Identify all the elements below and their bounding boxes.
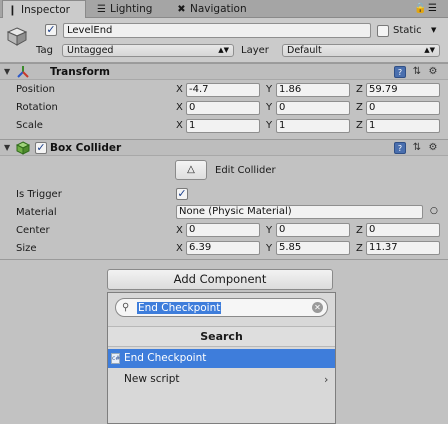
scale-z-field[interactable]: 1: [366, 119, 440, 133]
position-x-field[interactable]: -4.7: [186, 83, 260, 97]
tag-label: Tag: [36, 45, 53, 56]
foldout-arrow-icon[interactable]: ▼: [4, 143, 10, 152]
axis-z-label[interactable]: Z: [356, 225, 363, 236]
rotation-label: Rotation: [16, 102, 58, 113]
add-component-button[interactable]: Add Component: [107, 269, 333, 290]
tab-lighting-label: Lighting: [110, 3, 153, 15]
axis-x-label[interactable]: X: [176, 225, 183, 236]
scale-y-field[interactable]: 1: [276, 119, 350, 133]
axis-z-label[interactable]: Z: [356, 102, 363, 113]
center-x-field[interactable]: 0: [186, 223, 260, 237]
search-section-title: Search: [108, 326, 335, 347]
new-script-label: New script: [124, 373, 180, 385]
size-z-field[interactable]: 11.37: [366, 241, 440, 255]
rotation-z-field[interactable]: 0: [366, 101, 440, 115]
object-name-field[interactable]: LevelEnd: [63, 23, 371, 38]
tab-lighting[interactable]: ☰ Lighting: [92, 0, 164, 18]
active-checkbox[interactable]: ✓: [45, 24, 57, 36]
axis-z-label[interactable]: Z: [356, 243, 363, 254]
tag-dropdown[interactable]: Untagged ▲▼: [62, 44, 234, 57]
transform-header[interactable]: ▼ Transform ? ⇅ ⚙: [0, 63, 448, 80]
layer-value: Default: [287, 45, 322, 56]
center-label: Center: [16, 225, 50, 236]
search-field[interactable]: ⚲ End Checkpoint ✕: [115, 298, 328, 317]
transform-body: Position X -4.7 Y 1.86 Z 59.79 Rotation …: [0, 81, 448, 139]
gear-icon[interactable]: ⚙: [427, 66, 439, 78]
axis-x-label[interactable]: X: [176, 243, 183, 254]
new-script-item[interactable]: New script ›: [108, 370, 335, 389]
add-component-popup: ⚲ End Checkpoint ✕ Search c# End Checkpo…: [107, 292, 336, 424]
is-trigger-checkbox[interactable]: ✓: [176, 188, 188, 200]
tab-inspector[interactable]: ❙ Inspector: [2, 0, 86, 19]
is-trigger-label: Is Trigger: [16, 189, 62, 200]
axis-y-label[interactable]: Y: [266, 120, 272, 131]
rotation-y-field[interactable]: 0: [276, 101, 350, 115]
axis-z-label[interactable]: Z: [356, 84, 363, 95]
tag-value: Untagged: [67, 45, 114, 56]
gear-icon[interactable]: ⚙: [427, 142, 439, 154]
axis-x-label[interactable]: X: [176, 120, 183, 131]
static-dropdown-icon[interactable]: ▼: [431, 26, 436, 34]
center-z-field[interactable]: 0: [366, 223, 440, 237]
size-label: Size: [16, 243, 37, 254]
center-y-field[interactable]: 0: [276, 223, 350, 237]
scale-x-field[interactable]: 1: [186, 119, 260, 133]
script-file-icon: c#: [111, 353, 121, 364]
preset-icon[interactable]: ⇅: [411, 142, 423, 154]
gameobject-icon: [6, 26, 28, 46]
axis-y-label[interactable]: Y: [266, 225, 272, 236]
axis-x-label[interactable]: X: [176, 84, 183, 95]
tab-navigation[interactable]: ✖ Navigation: [172, 0, 262, 18]
edit-collider-label: Edit Collider: [215, 165, 276, 176]
box-collider-header[interactable]: ▼ ✓ Box Collider ? ⇅ ⚙: [0, 139, 448, 156]
transform-icon: [16, 65, 30, 82]
navigation-icon: ✖: [177, 4, 186, 15]
foldout-arrow-icon[interactable]: ▼: [4, 67, 10, 76]
axis-y-label[interactable]: Y: [266, 243, 272, 254]
clear-search-icon[interactable]: ✕: [312, 302, 323, 313]
position-label: Position: [16, 84, 55, 95]
rotation-x-field[interactable]: 0: [186, 101, 260, 115]
tab-navigation-label: Navigation: [190, 3, 247, 15]
size-x-field[interactable]: 6.39: [186, 241, 260, 255]
search-result-label: End Checkpoint: [124, 352, 207, 364]
tab-bar: ❙ Inspector ☰ Lighting ✖ Navigation 🔒 ☰: [0, 0, 448, 19]
layer-dropdown[interactable]: Default ▲▼: [282, 44, 440, 57]
position-y-field[interactable]: 1.86: [276, 83, 350, 97]
object-picker-icon[interactable]: ○: [430, 206, 438, 216]
transform-title: Transform: [50, 66, 110, 78]
lighting-icon: ☰: [97, 4, 106, 15]
preset-icon[interactable]: ⇅: [411, 66, 423, 78]
edit-collider-button[interactable]: △: [175, 160, 207, 180]
search-input[interactable]: End Checkpoint: [137, 302, 222, 314]
lock-icon[interactable]: 🔒: [414, 3, 426, 14]
box-collider-body: △ Edit Collider Is Trigger ✓ Material No…: [0, 157, 448, 260]
axis-y-label[interactable]: Y: [266, 84, 272, 95]
position-z-field[interactable]: 59.79: [366, 83, 440, 97]
chevron-down-icon: ▲▼: [218, 46, 229, 54]
layer-label: Layer: [241, 45, 269, 56]
material-label: Material: [16, 207, 57, 218]
box-collider-enabled-checkbox[interactable]: ✓: [35, 142, 47, 154]
help-book-icon[interactable]: ?: [394, 142, 406, 154]
axis-z-label[interactable]: Z: [356, 120, 363, 131]
chevron-down-icon: ▲▼: [424, 46, 435, 54]
size-y-field[interactable]: 5.85: [276, 241, 350, 255]
tab-inspector-label: Inspector: [21, 4, 70, 16]
edit-collider-icon: △: [187, 164, 195, 175]
search-result-item[interactable]: c# End Checkpoint: [108, 349, 335, 368]
box-collider-title: Box Collider: [50, 142, 122, 154]
static-label: Static: [393, 25, 422, 36]
axis-y-label[interactable]: Y: [266, 102, 272, 113]
box-collider-icon: [15, 141, 31, 158]
axis-x-label[interactable]: X: [176, 102, 183, 113]
scale-label: Scale: [16, 120, 43, 131]
tab-menu-icon[interactable]: ☰: [428, 3, 437, 14]
object-header: ✓ LevelEnd Static ▼ Tag Untagged ▲▼ Layer…: [0, 18, 448, 63]
chevron-right-icon: ›: [324, 373, 329, 386]
help-book-icon[interactable]: ?: [394, 66, 406, 78]
search-icon: ⚲: [122, 302, 130, 313]
material-field[interactable]: None (Physic Material): [176, 205, 423, 219]
static-checkbox[interactable]: [377, 25, 389, 37]
